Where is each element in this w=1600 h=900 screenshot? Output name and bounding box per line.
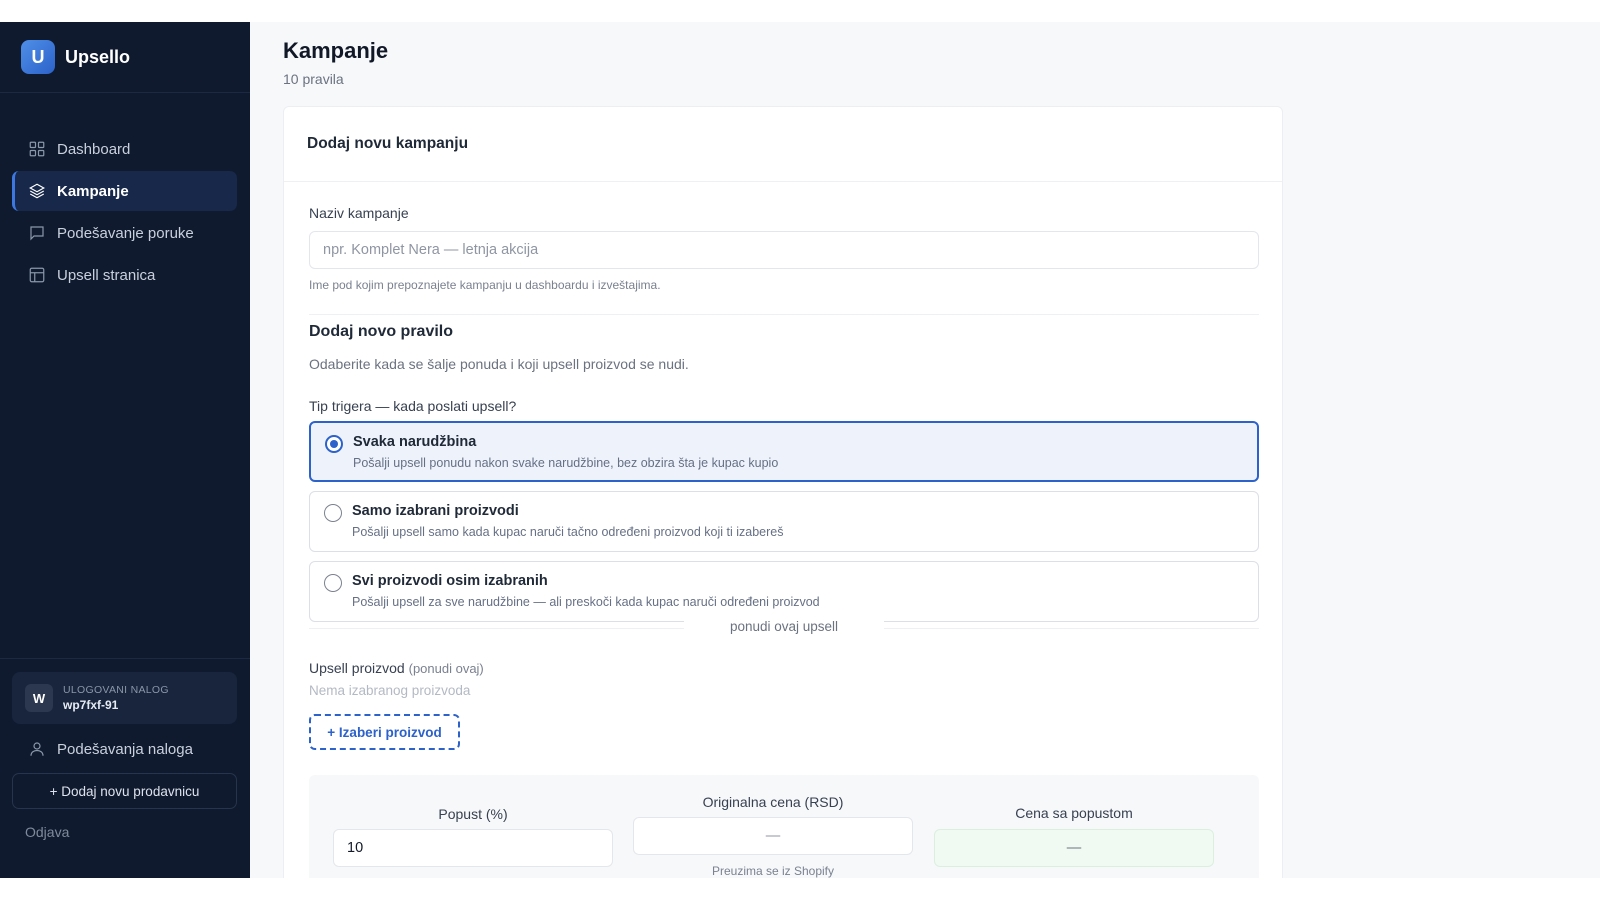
sidebar-item-label: Podešavanje poruke [57, 224, 194, 242]
original-price-note: Preuzima se iz Shopify [711, 864, 835, 878]
sidebar-divider [0, 658, 250, 659]
new-campaign-card: Dodaj novu kampanju Naziv kampanje npr. … [283, 106, 1283, 878]
account-text: ULOGOVANI NALOG wp7fxf-91 [63, 684, 169, 712]
trigger-option-title: Svi proizvodi osim izabranih [352, 573, 548, 589]
page-subtitle: 10 pravila [283, 71, 344, 87]
sidebar: U Upsello Dashboard Kampanje Podešavanje… [0, 22, 250, 878]
trigger-option-selected-products[interactable]: Samo izabrani proizvodi Pošalji upsell s… [309, 491, 1259, 552]
radio-button[interactable] [325, 435, 343, 453]
rule-section-title: Dodaj novo pravilo [309, 323, 454, 340]
account-settings-label: Podešavanja naloga [57, 740, 193, 758]
trigger-option-all-except[interactable]: Svi proizvodi osim izabranih Pošalji ups… [309, 561, 1259, 622]
sidebar-item-label: Upsell stranica [57, 266, 156, 284]
layout-icon [29, 267, 45, 283]
discount-input[interactable]: 10 [333, 829, 613, 867]
layers-icon [29, 183, 45, 199]
sidebar-item-dashboard[interactable]: Dashboard [12, 129, 237, 169]
discounted-price-field: — [934, 829, 1214, 867]
separator-text: ponudi ovaj upsell [684, 619, 884, 634]
divider [309, 314, 1259, 315]
avatar: W [25, 684, 53, 712]
no-product-text: Nema izabranog proizvoda [309, 683, 471, 698]
user-icon [30, 742, 44, 756]
discount-label: Popust (%) [438, 806, 508, 822]
sidebar-item-podesavanje-poruke[interactable]: Podešavanje poruke [12, 213, 237, 253]
account-label: ULOGOVANI NALOG [63, 684, 169, 696]
account-card[interactable]: W ULOGOVANI NALOG wp7fxf-91 [12, 672, 237, 724]
trigger-option-title: Samo izabrani proizvodi [352, 503, 519, 519]
message-icon [30, 226, 44, 241]
trigger-option-title: Svaka narudžbina [353, 434, 477, 450]
trigger-option-desc: Pošalji upsell ponudu nakon svake narudž… [353, 456, 779, 470]
campaign-name-hint: Ime pod kojim prepoznajete kampanju u da… [309, 278, 661, 292]
trigger-option-desc: Pošalji upsell za sve narudžbine — ali p… [352, 595, 820, 609]
pick-product-button[interactable]: + Izaberi proizvod [309, 714, 460, 750]
trigger-option-desc: Pošalji upsell samo kada kupac naruči ta… [352, 525, 784, 539]
campaign-name-input[interactable]: npr. Komplet Nera — letnja akcija [309, 231, 1259, 269]
app-logo: U [21, 40, 55, 74]
rule-section-subtitle: Odaberite kada se šalje ponuda i koji up… [309, 356, 689, 372]
sidebar-item-upsell-stranica[interactable]: Upsell stranica [12, 255, 237, 295]
original-price-field: — [633, 817, 913, 855]
account-id: wp7fxf-91 [63, 698, 119, 712]
upsell-product-label: Upsell proizvod (ponudi ovaj) [309, 660, 484, 676]
pricing-section: Popust (%) 10 Originalna cena (RSD) — Pr… [309, 775, 1259, 878]
card-title: Dodaj novu kampanju [284, 107, 1282, 182]
radio-button[interactable] [324, 574, 342, 592]
upsell-product-label-text: Upsell proizvod [309, 660, 405, 676]
sidebar-nav: Dashboard Kampanje Podešavanje poruke Up… [12, 129, 237, 297]
account-settings-link[interactable]: Podešavanja naloga [12, 731, 237, 767]
sidebar-item-kampanje[interactable]: Kampanje [12, 171, 237, 211]
campaign-name-label: Naziv kampanje [309, 205, 409, 221]
app-name: Upsello [65, 46, 131, 67]
radio-button[interactable] [324, 504, 342, 522]
upsell-product-label-suffix: (ponudi ovaj) [408, 661, 484, 676]
main-content: Kampanje 10 pravila Dodaj novu kampanju … [250, 22, 1600, 878]
trigger-option-every-order[interactable]: Svaka narudžbina Pošalji upsell ponudu n… [309, 421, 1259, 482]
sidebar-item-label: Dashboard [57, 140, 131, 158]
grid-icon [29, 141, 45, 157]
page-title: Kampanje [283, 38, 389, 63]
discounted-price-label: Cena sa popustom [1015, 805, 1133, 821]
brand[interactable]: U Upsello [0, 22, 250, 93]
add-store-button[interactable]: + Dodaj novu prodavnicu [12, 773, 237, 809]
logout-link[interactable]: Odjava [25, 824, 69, 840]
trigger-type-label: Tip trigera — kada poslati upsell? [309, 398, 517, 414]
sidebar-item-label: Kampanje [57, 182, 129, 200]
original-price-label: Originalna cena (RSD) [702, 794, 844, 810]
